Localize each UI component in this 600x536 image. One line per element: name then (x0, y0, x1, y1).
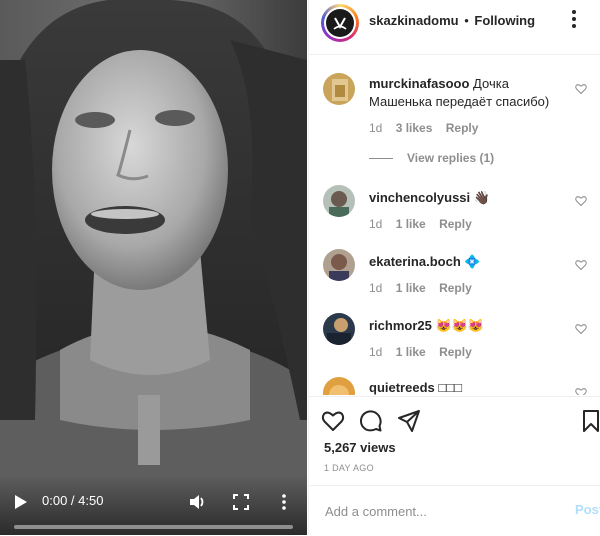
video-time: 0:00 / 4:50 (42, 493, 104, 508)
avatar-image (323, 185, 355, 217)
comment-text: 👋🏿 (473, 190, 490, 205)
like-heart-icon[interactable] (575, 259, 587, 271)
video-controls: 0:00 / 4:50 (0, 475, 307, 535)
reply-button[interactable]: Reply (439, 217, 472, 231)
comment-likes[interactable]: 1 like (396, 345, 426, 359)
video-player[interactable]: 0:00 / 4:50 (0, 0, 307, 535)
comment-meta: 1d 1 like Reply (369, 345, 482, 359)
video-frame (0, 0, 307, 535)
header-separator: • (464, 13, 469, 28)
commenter-avatar[interactable] (323, 313, 355, 345)
view-replies-button[interactable]: View replies (1) (369, 151, 494, 165)
comment-meta: 1d 3 likes Reply (369, 121, 488, 135)
post-options-icon[interactable] (571, 10, 577, 30)
comments-list: murckinafasooo Дочка Машенька передаёт с… (309, 55, 600, 395)
post-comment-button[interactable]: Post (575, 502, 600, 517)
share-send-icon[interactable] (397, 409, 421, 433)
add-comment-input[interactable] (323, 500, 557, 522)
more-vertical-icon[interactable] (278, 493, 290, 511)
comment-text-block: ekaterina.boch 💠 (369, 253, 569, 271)
play-icon[interactable] (14, 494, 28, 510)
commenter-username[interactable]: ekaterina.boch (369, 254, 461, 269)
volume-icon[interactable] (188, 493, 206, 511)
like-heart-icon[interactable] (575, 83, 587, 95)
post-actions (309, 396, 600, 439)
comment-likes[interactable]: 3 likes (396, 121, 433, 135)
post-modal: 0:00 / 4:50 skazkinadomu • Following mur… (0, 0, 600, 535)
views-count[interactable]: 5,267 views (324, 440, 396, 455)
view-replies-label: View replies (1) (407, 151, 495, 165)
post-header: skazkinadomu • Following (309, 0, 600, 55)
commenter-avatar[interactable] (323, 73, 355, 105)
comment-meta: 1d 1 like Reply (369, 217, 482, 231)
header-user-line: skazkinadomu • Following (369, 13, 535, 28)
reply-button[interactable]: Reply (439, 345, 472, 359)
fullscreen-icon[interactable] (233, 494, 249, 510)
post-panel: skazkinadomu • Following murckinafasooo … (308, 0, 600, 535)
commenter-avatar[interactable] (323, 377, 355, 395)
commenter-username[interactable]: richmor25 (369, 318, 432, 333)
comment-text-block: murckinafasooo Дочка Машенька передаёт с… (369, 75, 569, 111)
comment-time: 1d (369, 345, 383, 359)
comment-text-block: quietreeds □□□ (369, 379, 569, 395)
commenter-avatar[interactable] (323, 249, 355, 281)
comment-text: 💠 (464, 254, 481, 269)
author-avatar-ring (324, 7, 356, 39)
comment-text: 😻😻😻 (435, 318, 485, 333)
avatar-image (323, 73, 355, 105)
commenter-username[interactable]: quietreeds (369, 380, 435, 395)
author-username[interactable]: skazkinadomu (369, 13, 459, 28)
comment-text-block: richmor25 😻😻😻 (369, 317, 569, 335)
view-replies-line (369, 158, 393, 160)
bookmark-icon[interactable] (579, 409, 600, 433)
author-avatar-image (326, 9, 354, 37)
author-avatar[interactable] (321, 4, 359, 42)
comment-time: 1d (369, 217, 383, 231)
comment-text: □□□ (438, 380, 462, 395)
reply-button[interactable]: Reply (439, 281, 472, 295)
comment-meta: 1d 1 like Reply (369, 281, 482, 295)
like-heart-icon[interactable] (575, 195, 587, 207)
reply-button[interactable]: Reply (446, 121, 479, 135)
following-button[interactable]: Following (474, 13, 535, 28)
comment-time: 1d (369, 281, 383, 295)
comment-text-block: vinchencolyussi 👋🏿 (369, 189, 569, 207)
video-progress-bar[interactable] (14, 525, 293, 529)
avatar-image (323, 313, 355, 345)
comment-likes[interactable]: 1 like (396, 217, 426, 231)
video-controls-row: 0:00 / 4:50 (0, 491, 307, 513)
comment-time: 1d (369, 121, 383, 135)
comment-likes[interactable]: 1 like (396, 281, 426, 295)
commenter-username[interactable]: vinchencolyussi (369, 190, 470, 205)
avatar-image (323, 377, 355, 395)
like-heart-icon[interactable] (321, 409, 345, 433)
comment-bubble-icon[interactable] (359, 409, 383, 433)
avatar-image (323, 249, 355, 281)
like-heart-icon[interactable] (575, 323, 587, 335)
post-timestamp: 1 DAY AGO (324, 463, 374, 473)
add-comment-bar: Post (309, 485, 600, 536)
like-heart-icon[interactable] (575, 387, 587, 395)
author-logo-icon (333, 17, 347, 30)
commenter-username[interactable]: murckinafasooo (369, 76, 469, 91)
commenter-avatar[interactable] (323, 185, 355, 217)
